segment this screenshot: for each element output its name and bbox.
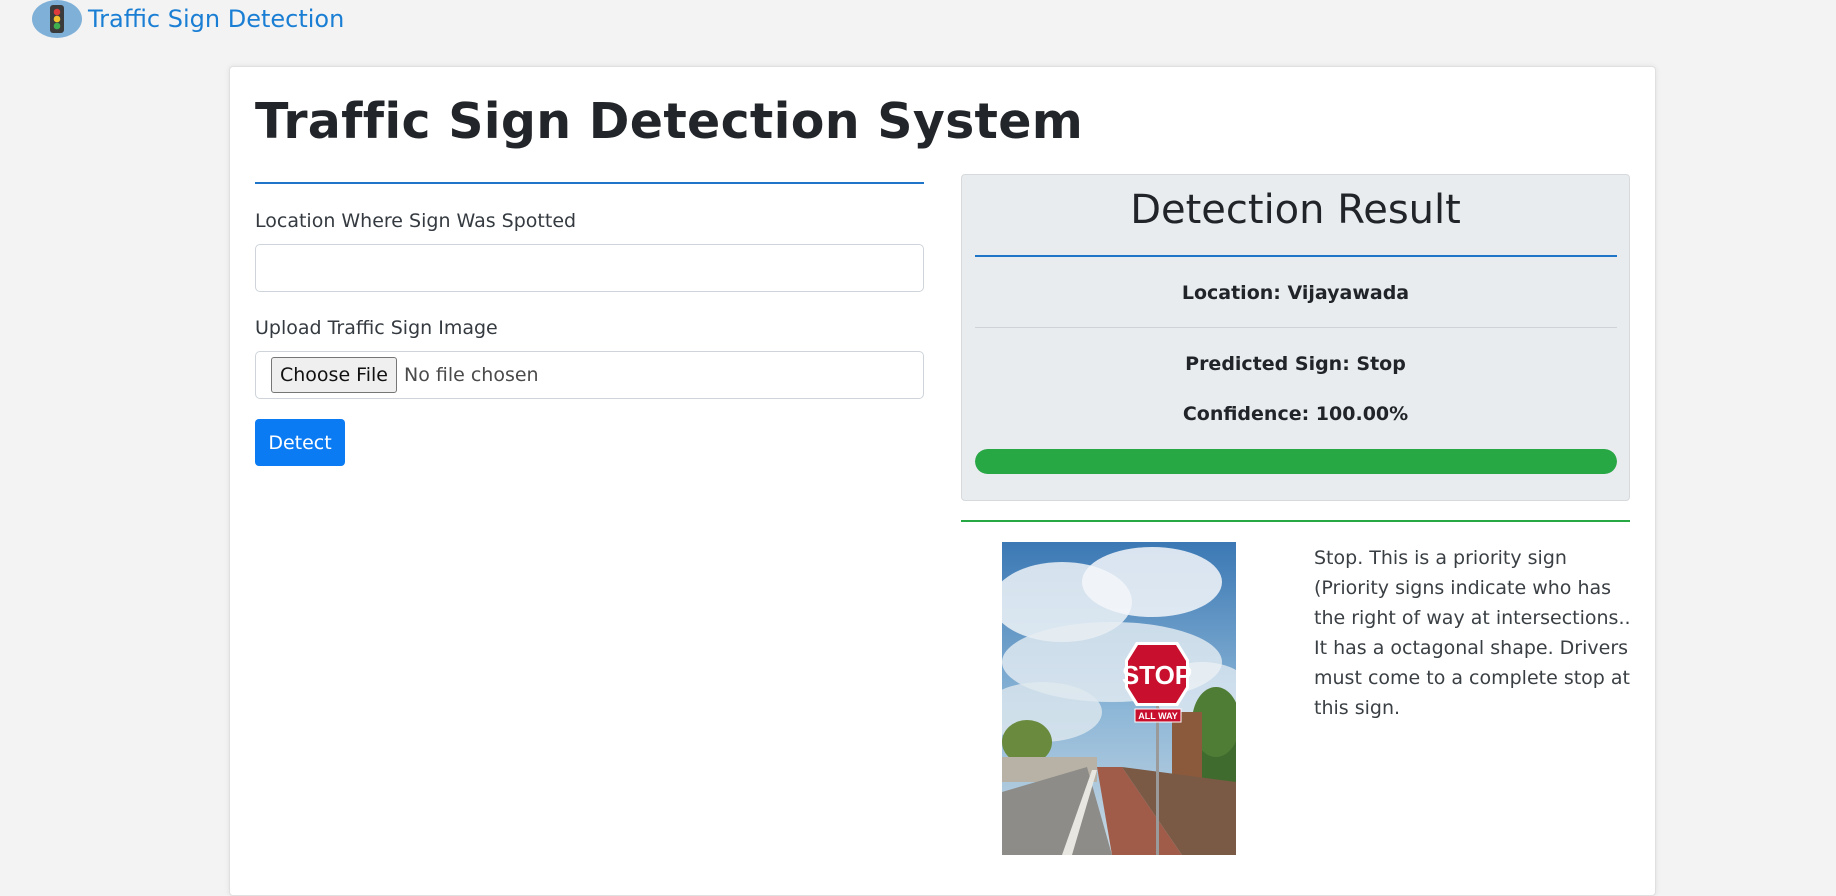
traffic-light-icon[interactable] [32, 0, 82, 38]
main-card: Traffic Sign Detection System Location W… [229, 66, 1656, 896]
location-label: Location Where Sign Was Spotted [255, 210, 577, 232]
result-separator [975, 327, 1617, 328]
confidence-progress-bar [975, 449, 1617, 474]
detect-button[interactable]: Detect [255, 419, 345, 466]
image-divider [961, 520, 1630, 522]
navbar: Traffic Sign Detection [32, 0, 344, 38]
sign-description: Stop. This is a priority sign (Priority … [1314, 547, 1631, 719]
result-location: Location: Vijayawada [1181, 282, 1410, 304]
detection-result-panel: Detection Result Location: Vijayawada Pr… [961, 174, 1630, 501]
result-predicted-sign: Predicted Sign: Stop [1185, 353, 1406, 375]
upload-label: Upload Traffic Sign Image [255, 317, 498, 339]
all-way-plate-text: ALL WAY [1138, 711, 1178, 721]
stop-sign-text: STOP [1122, 660, 1192, 690]
page-title: Traffic Sign Detection System [255, 93, 1084, 150]
result-title: Detection Result [1130, 187, 1461, 233]
confidence-progress-fill [975, 449, 1617, 474]
title-divider [255, 182, 924, 184]
result-confidence: Confidence: 100.00% [1182, 403, 1409, 425]
location-input[interactable] [255, 244, 924, 292]
choose-file-button[interactable]: Choose File [271, 357, 397, 393]
sign-image: STOP ALL WAY [1002, 542, 1236, 855]
file-input[interactable]: Choose File No file chosen [255, 351, 924, 399]
result-divider [975, 255, 1617, 257]
file-status-text: No file chosen [403, 364, 539, 386]
brand-link[interactable]: Traffic Sign Detection [88, 5, 344, 33]
